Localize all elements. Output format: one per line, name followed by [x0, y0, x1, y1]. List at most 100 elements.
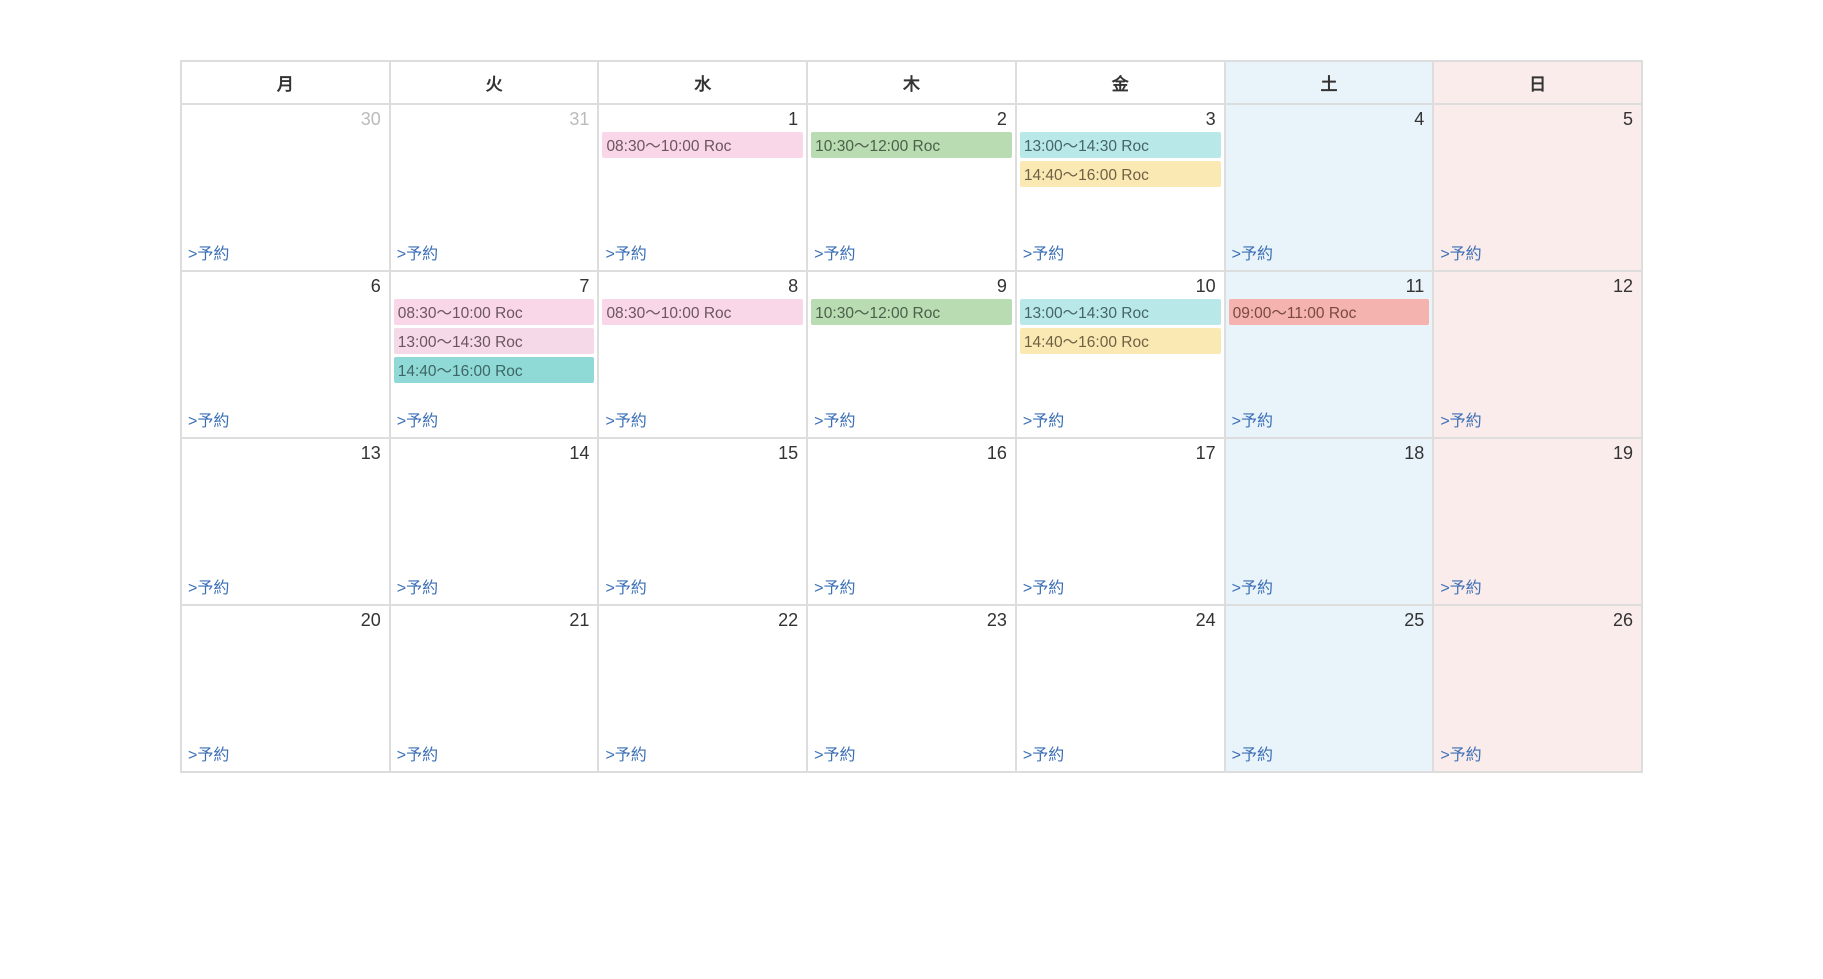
reserve-link[interactable]: >予約	[1017, 570, 1224, 604]
weekday-header: 土	[1225, 61, 1434, 104]
reserve-link[interactable]: >予約	[1226, 403, 1433, 437]
day-number: 7	[391, 272, 598, 299]
day-number: 18	[1226, 439, 1433, 466]
weekday-header-row: 月火水木金土日	[181, 61, 1642, 104]
day-cell: 15 >予約	[598, 438, 807, 605]
reserve-link[interactable]: >予約	[1017, 403, 1224, 437]
calendar-event[interactable]: 10:30～12:00 Roc	[811, 132, 1012, 158]
reserve-link[interactable]: >予約	[391, 236, 598, 270]
events-container: 13:00～14:30 Roc 14:40～16:00 Roc	[1017, 132, 1224, 187]
calendar-event[interactable]: 13:00～14:30 Roc	[1020, 132, 1221, 158]
day-cell: 24 >予約	[1016, 605, 1225, 772]
reserve-link[interactable]: >予約	[1434, 737, 1641, 771]
reserve-link[interactable]: >予約	[1017, 236, 1224, 270]
reserve-link[interactable]: >予約	[1226, 570, 1433, 604]
day-number: 4	[1226, 105, 1433, 132]
reserve-link[interactable]: >予約	[1226, 236, 1433, 270]
reserve-link[interactable]: >予約	[1434, 570, 1641, 604]
events-container: 08:30～10:00 Roc	[599, 132, 806, 158]
calendar-event[interactable]: 09:00～11:00 Roc	[1229, 299, 1430, 325]
events-container: 08:30～10:00 Roc 13:00～14:30 Roc 14:40～16:0…	[391, 299, 598, 383]
reserve-link[interactable]: >予約	[391, 737, 598, 771]
weekday-header: 月	[181, 61, 390, 104]
day-number: 11	[1226, 272, 1433, 299]
reserve-link[interactable]: >予約	[599, 570, 806, 604]
day-number: 17	[1017, 439, 1224, 466]
day-number: 1	[599, 105, 806, 132]
calendar-event[interactable]: 14:40～16:00 Roc	[1020, 161, 1221, 187]
day-cell: 910:30～12:00 Roc >予約	[807, 271, 1016, 438]
calendar-event[interactable]: 13:00～14:30 Roc	[1020, 299, 1221, 325]
calendar-event[interactable]: 08:30～10:00 Roc	[602, 132, 803, 158]
day-cell: 23>予約	[807, 605, 1016, 772]
reserve-link[interactable]: >予約	[1434, 236, 1641, 270]
day-number: 5	[1434, 105, 1641, 132]
day-cell: 108:30～10:00 Roc >予約	[598, 104, 807, 271]
day-number: 25	[1226, 606, 1433, 633]
day-number: 21	[391, 606, 598, 633]
reserve-link[interactable]: >予約	[182, 737, 389, 771]
reserve-link[interactable]: >予約	[808, 737, 1015, 771]
day-cell: 22>予約	[598, 605, 807, 772]
reserve-link[interactable]: >予約	[808, 403, 1015, 437]
day-cell: 210:30～12:00 Roc >予約	[807, 104, 1016, 271]
day-number: 30	[182, 105, 389, 132]
day-cell: 14 >予約	[390, 438, 599, 605]
day-number: 14	[391, 439, 598, 466]
day-cell: 5 >予約	[1433, 104, 1642, 271]
day-cell: 25 >予約	[1225, 605, 1434, 772]
calendar-event[interactable]: 10:30～12:00 Roc	[811, 299, 1012, 325]
calendar-event[interactable]: 13:00～14:30 Roc	[394, 328, 595, 354]
day-number: 2	[808, 105, 1015, 132]
day-number: 16	[808, 439, 1015, 466]
week-row: 6 >予約 708:30～10:00 Roc 13:00～14:30 Roc 14:40…	[181, 271, 1642, 438]
week-row: 30>予約31>予約108:30～10:00 Roc>予約210:30～12:0…	[181, 104, 1642, 271]
day-number: 10	[1017, 272, 1224, 299]
day-number: 8	[599, 272, 806, 299]
day-cell: 708:30～10:00 Roc 13:00～14:30 Roc 14:40～16:…	[390, 271, 599, 438]
day-number: 12	[1434, 272, 1641, 299]
reserve-link[interactable]: >予約	[182, 236, 389, 270]
reserve-link[interactable]: >予約	[182, 570, 389, 604]
day-number: 15	[599, 439, 806, 466]
day-cell: 6 >予約	[181, 271, 390, 438]
calendar-event[interactable]: 14:40～16:00 Roc	[1020, 328, 1221, 354]
reserve-link[interactable]: >予約	[391, 403, 598, 437]
day-number: 24	[1017, 606, 1224, 633]
reserve-link[interactable]: >予約	[808, 236, 1015, 270]
weekday-header: 木	[807, 61, 1016, 104]
calendar-grid: 月火水木金土日 30>予約31>予約108:30～10:00 Roc>予約210…	[180, 60, 1643, 773]
reserve-link[interactable]: >予約	[391, 570, 598, 604]
reserve-link[interactable]: >予約	[599, 737, 806, 771]
reserve-link[interactable]: >予約	[1226, 737, 1433, 771]
calendar-event[interactable]: 08:30～10:00 Roc	[602, 299, 803, 325]
events-container: 10:30～12:00 Roc	[808, 132, 1015, 158]
day-cell: 16 >予約	[807, 438, 1016, 605]
day-cell: 1109:00～11:00 Roc >予約	[1225, 271, 1434, 438]
day-cell: 313:00～14:30 Roc 14:40～16:00 Roc >予約	[1016, 104, 1225, 271]
calendar-event[interactable]: 08:30～10:00 Roc	[394, 299, 595, 325]
day-cell: 17 >予約	[1016, 438, 1225, 605]
week-row: 20>予約21>予約22>予約23>予約24>予約25>予約26>予約	[181, 605, 1642, 772]
day-cell: 4 >予約	[1225, 104, 1434, 271]
reserve-link[interactable]: >予約	[599, 236, 806, 270]
reserve-link[interactable]: >予約	[808, 570, 1015, 604]
reserve-link[interactable]: >予約	[599, 403, 806, 437]
week-row: 13 >予約 14 >予約 15 >予約 16 >予約 17 >予約 18 >予約 19 >予約	[181, 438, 1642, 605]
day-number: 31	[391, 105, 598, 132]
reserve-link[interactable]: >予約	[182, 403, 389, 437]
day-cell: 808:30～10:00 Roc >予約	[598, 271, 807, 438]
day-number: 19	[1434, 439, 1641, 466]
day-number: 3	[1017, 105, 1224, 132]
day-cell: 18 >予約	[1225, 438, 1434, 605]
day-number: 13	[182, 439, 389, 466]
day-cell: 30 >予約	[181, 104, 390, 271]
day-cell: 1013:00～14:30 Roc 14:40～16:00 Roc >予約	[1016, 271, 1225, 438]
day-number: 9	[808, 272, 1015, 299]
day-number: 6	[182, 272, 389, 299]
calendar-event[interactable]: 14:40～16:00 Roc	[394, 357, 595, 383]
reserve-link[interactable]: >予約	[1434, 403, 1641, 437]
day-cell: 19 >予約	[1433, 438, 1642, 605]
day-cell: 26>予約	[1433, 605, 1642, 772]
reserve-link[interactable]: >予約	[1017, 737, 1224, 771]
